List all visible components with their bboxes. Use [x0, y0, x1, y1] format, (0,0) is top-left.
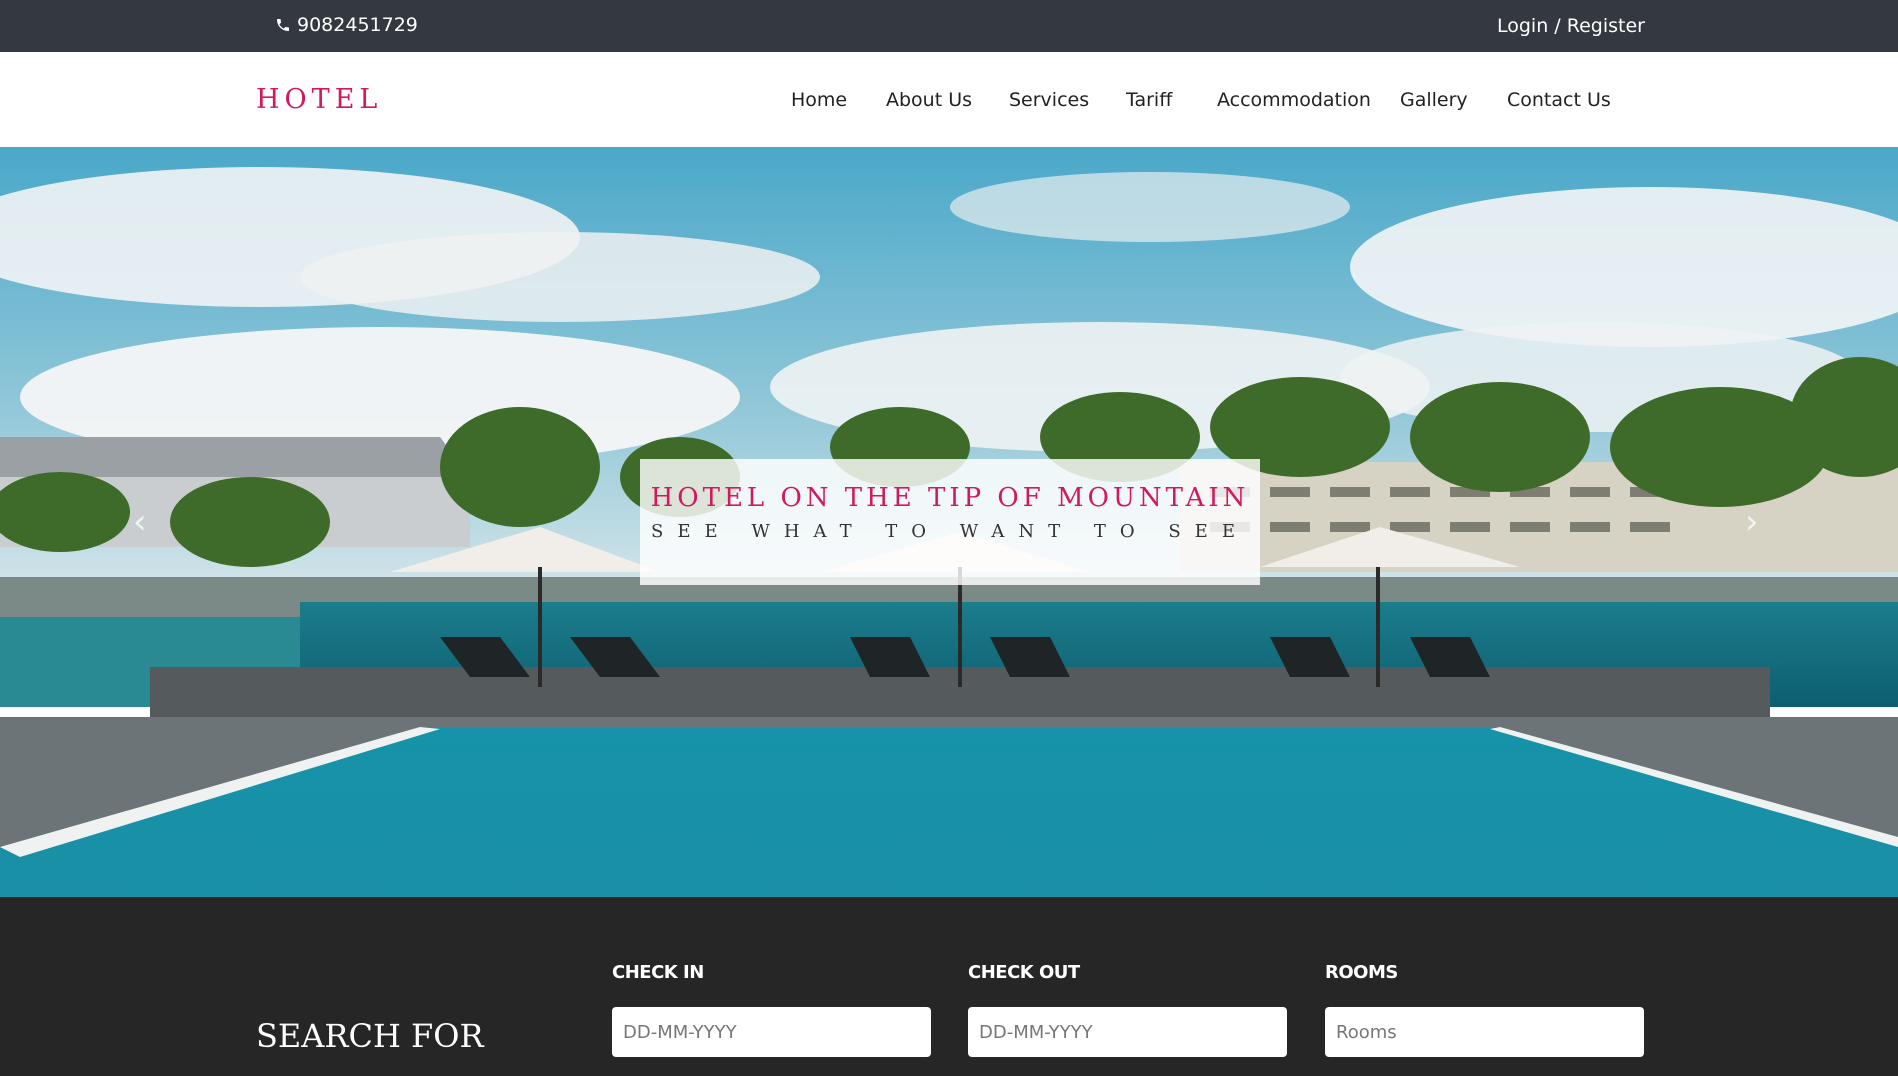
rooms-label: ROOMS [1325, 962, 1398, 983]
hero-subtitle: SEE WHAT TO WANT TO SEE [651, 521, 1249, 542]
search-heading: SEARCH FOR [256, 1017, 484, 1055]
hero-caption: HOTEL ON THE TIP OF MOUNTAIN SEE WHAT TO… [640, 459, 1260, 585]
nav-item-services[interactable]: Services [1009, 89, 1089, 111]
login-register-link[interactable]: Login / Register [1497, 15, 1645, 37]
hero-title: HOTEL ON THE TIP OF MOUNTAIN [650, 483, 1250, 513]
nav-item-home[interactable]: Home [791, 89, 847, 111]
check-in-input[interactable] [612, 1007, 931, 1057]
phone-icon [277, 19, 289, 31]
main-navbar: HOTEL Home About Us Services Tariff Acco… [0, 52, 1898, 147]
check-out-label: CHECK OUT [968, 962, 1080, 983]
booking-search-section: SEARCH FOR CHECK IN CHECK OUT ROOMS [0, 897, 1898, 1076]
hotel-logo[interactable]: HOTEL [256, 84, 382, 115]
check-out-input[interactable] [968, 1007, 1287, 1057]
nav-item-tariff[interactable]: Tariff [1126, 89, 1172, 111]
nav-item-about-us[interactable]: About Us [886, 89, 972, 111]
nav-item-gallery[interactable]: Gallery [1400, 89, 1468, 111]
chevron-right-icon: › [1745, 502, 1759, 542]
slider-next-button[interactable]: › [1745, 502, 1759, 542]
nav-item-contact-us[interactable]: Contact Us [1507, 89, 1611, 111]
rooms-input[interactable] [1325, 1007, 1644, 1057]
check-in-label: CHECK IN [612, 962, 704, 983]
phone-contact[interactable]: 9082451729 [275, 14, 418, 36]
hero-slider: HOTEL ON THE TIP OF MOUNTAIN SEE WHAT TO… [0, 147, 1898, 897]
top-bar: 9082451729 Login / Register [0, 0, 1898, 52]
phone-number: 9082451729 [297, 14, 418, 36]
nav-item-accommodation[interactable]: Accommodation [1217, 89, 1371, 111]
chevron-left-icon: ‹ [133, 502, 147, 542]
slider-prev-button[interactable]: ‹ [133, 502, 147, 542]
